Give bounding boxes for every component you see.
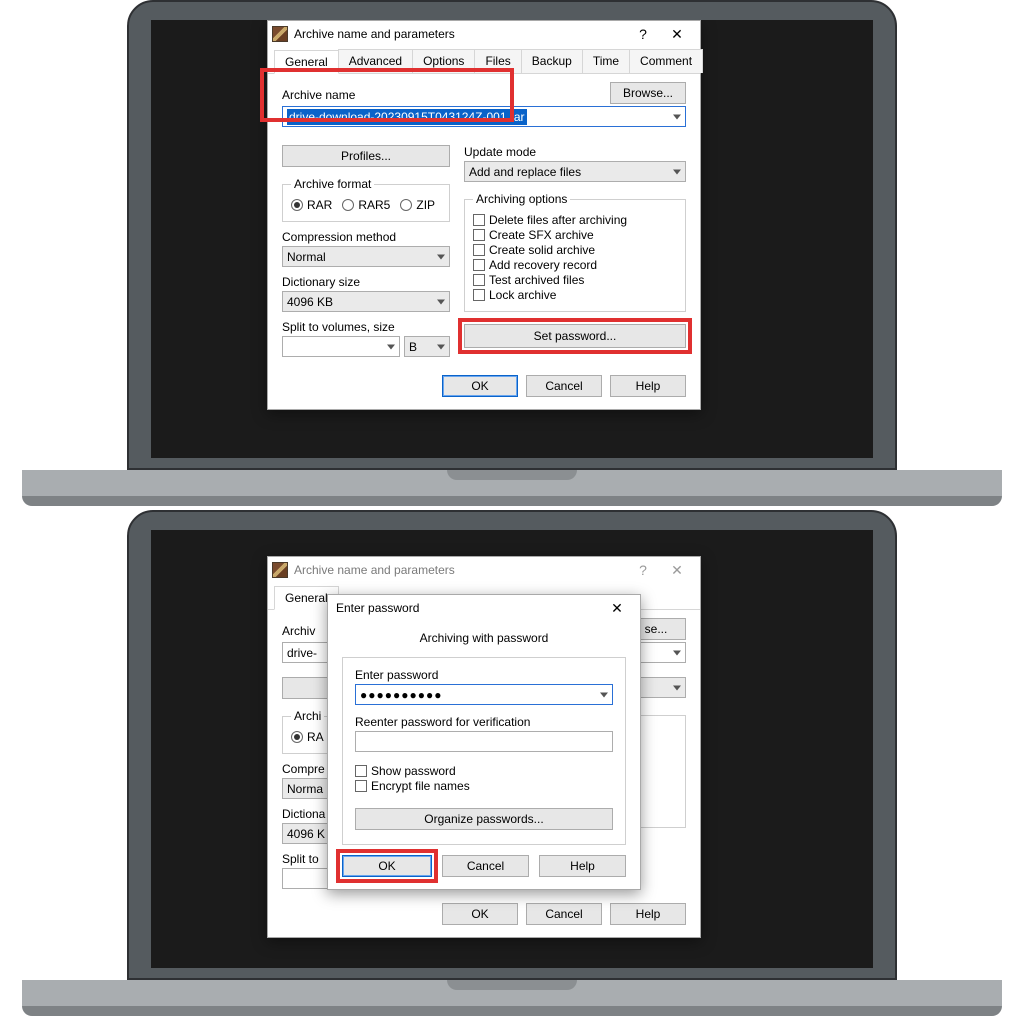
tab-advanced[interactable]: Advanced [338,49,413,73]
tab-general[interactable]: General [274,50,339,74]
split-size-input[interactable] [282,336,400,357]
winrar-icon [272,562,288,578]
archive-name-input[interactable]: drive-download-20230915T043124Z-001.rar [282,106,686,127]
dialog-title: Enter password [332,601,600,615]
archive-name-value: drive-download-20230915T043124Z-001.rar [287,109,527,125]
tab-files[interactable]: Files [474,49,521,73]
check-solid[interactable]: Create solid archive [473,243,677,257]
archive-params-dialog: Archive name and parameters ? ✕ General … [267,20,701,410]
help-button[interactable]: Help [610,375,686,397]
check-lock[interactable]: Lock archive [473,288,677,302]
password-input[interactable]: ●●●●●●●●●● [355,684,613,705]
profiles-button[interactable]: Profiles... [282,145,450,167]
radio-rar5[interactable]: RAR5 [342,198,390,212]
ok-button[interactable]: OK [442,375,518,397]
chevron-down-icon[interactable] [673,114,681,119]
tab-comment[interactable]: Comment [629,49,703,73]
close-icon[interactable]: ✕ [660,559,694,581]
chevron-down-icon [387,344,395,349]
browse-button[interactable]: Browse... [610,82,686,104]
split-label: Split to volumes, size [282,320,450,334]
laptop-base [22,980,1002,1006]
check-recovery[interactable]: Add recovery record [473,258,677,272]
enter-password-dialog: Enter password ✕ Archiving with password… [327,594,641,890]
radio-rar[interactable]: RAR [291,198,332,212]
chevron-down-icon [437,344,445,349]
laptop-base-bottom [22,1006,1002,1016]
help-button[interactable]: Help [539,855,626,877]
split-unit-dropdown[interactable]: B [404,336,450,357]
help-icon[interactable]: ? [626,559,660,581]
set-password-button[interactable]: Set password... [464,324,686,348]
laptop-screen: Archive name and parameters ? ✕ General … [151,20,873,458]
check-test[interactable]: Test archived files [473,273,677,287]
laptop-mockup-bottom: Archive name and parameters ? ✕ General … [22,510,1002,1016]
reenter-password-label: Reenter password for verification [355,715,613,729]
archive-format-label: Archi [291,709,324,723]
organize-passwords-button[interactable]: Organize passwords... [355,808,613,830]
cancel-button[interactable]: Cancel [442,855,529,877]
check-delete-after[interactable]: Delete files after archiving [473,213,677,227]
tab-backup[interactable]: Backup [521,49,583,73]
reenter-password-input[interactable] [355,731,613,752]
update-mode-label: Update mode [464,145,686,159]
laptop-base [22,470,1002,496]
help-button[interactable]: Help [610,903,686,925]
chevron-down-icon [437,299,445,304]
cancel-button[interactable]: Cancel [526,375,602,397]
cancel-button[interactable]: Cancel [526,903,602,925]
chevron-down-icon [673,650,681,655]
archiving-options-label: Archiving options [473,192,570,206]
chevron-down-icon [673,169,681,174]
tab-time[interactable]: Time [582,49,630,73]
check-encrypt-filenames[interactable]: Encrypt file names [355,779,613,793]
close-icon[interactable]: ✕ [600,597,634,619]
tab-strip: General Advanced Options Files Backup Ti… [268,47,700,74]
winrar-icon [272,26,288,42]
ok-button[interactable]: OK [442,903,518,925]
ok-button[interactable]: OK [342,855,432,877]
check-show-password[interactable]: Show password [355,764,613,778]
laptop-screen: Archive name and parameters ? ✕ General … [151,530,873,968]
enter-password-label: Enter password [355,668,613,682]
tab-options[interactable]: Options [412,49,475,73]
archive-format-label: Archive format [291,177,374,191]
radio-zip[interactable]: ZIP [400,198,435,212]
titlebar: Archive name and parameters ? ✕ [268,557,700,583]
password-heading: Archiving with password [342,625,626,657]
dictionary-dropdown[interactable]: 4096 KB [282,291,450,312]
titlebar: Enter password ✕ [328,595,640,621]
laptop-base-bottom [22,496,1002,506]
close-icon[interactable]: ✕ [660,23,694,45]
update-mode-dropdown[interactable]: Add and replace files [464,161,686,182]
compression-dropdown[interactable]: Normal [282,246,450,267]
help-icon[interactable]: ? [626,23,660,45]
archive-name-label: Archive name [282,88,602,102]
titlebar: Archive name and parameters ? ✕ [268,21,700,47]
compression-label: Compression method [282,230,450,244]
laptop-mockup-top: Archive name and parameters ? ✕ General … [22,0,1002,506]
dialog-title: Archive name and parameters [294,27,626,41]
dictionary-label: Dictionary size [282,275,450,289]
laptop-bezel: Archive name and parameters ? ✕ General … [127,510,897,980]
chevron-down-icon [437,254,445,259]
laptop-bezel: Archive name and parameters ? ✕ General … [127,0,897,470]
check-sfx[interactable]: Create SFX archive [473,228,677,242]
chevron-down-icon[interactable] [600,692,608,697]
dialog-title: Archive name and parameters [294,563,626,577]
